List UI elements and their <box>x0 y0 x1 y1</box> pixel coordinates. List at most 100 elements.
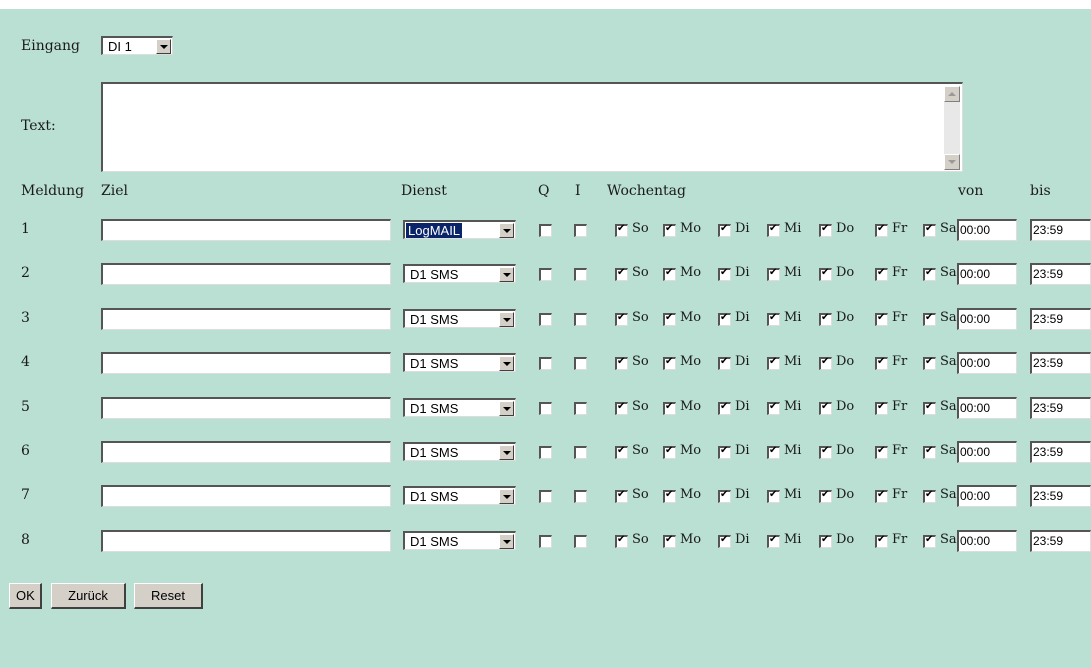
q-checkbox[interactable] <box>539 224 552 237</box>
day-checkbox-di[interactable] <box>718 312 731 326</box>
dienst-select[interactable]: D1 SMS <box>403 442 516 461</box>
day-checkbox-so[interactable] <box>615 267 628 281</box>
i-checkbox[interactable] <box>574 402 587 415</box>
day-checkbox-di[interactable] <box>718 445 731 459</box>
von-time-input[interactable]: 00:00 <box>957 308 1017 330</box>
day-checkbox-di[interactable] <box>718 267 731 281</box>
von-time-input[interactable]: 00:00 <box>957 397 1017 419</box>
chevron-down-icon[interactable] <box>499 534 514 549</box>
day-checkbox-sa[interactable] <box>923 401 936 415</box>
bis-time-input[interactable]: 23:59 <box>1030 263 1091 285</box>
day-checkbox-mi[interactable] <box>767 312 780 326</box>
day-checkbox-sa[interactable] <box>923 223 936 237</box>
q-checkbox[interactable] <box>539 535 552 548</box>
day-checkbox-fr[interactable] <box>875 356 888 370</box>
chevron-down-icon[interactable] <box>499 445 514 460</box>
day-checkbox-do[interactable] <box>819 356 832 370</box>
day-checkbox-mo[interactable] <box>663 445 676 459</box>
dienst-select[interactable]: D1 SMS <box>403 486 516 505</box>
day-checkbox-mi[interactable] <box>767 445 780 459</box>
day-checkbox-mo[interactable] <box>663 534 676 548</box>
day-checkbox-sa[interactable] <box>923 489 936 503</box>
scroll-down-arrow-icon[interactable] <box>944 154 960 170</box>
von-time-input[interactable]: 00:00 <box>957 485 1017 507</box>
q-checkbox[interactable] <box>539 490 552 503</box>
day-checkbox-fr[interactable] <box>875 489 888 503</box>
ziel-input[interactable] <box>101 397 391 419</box>
day-checkbox-mo[interactable] <box>663 401 676 415</box>
bis-time-input[interactable]: 23:59 <box>1030 352 1091 374</box>
day-checkbox-fr[interactable] <box>875 445 888 459</box>
q-checkbox[interactable] <box>539 357 552 370</box>
day-checkbox-mi[interactable] <box>767 534 780 548</box>
day-checkbox-di[interactable] <box>718 356 731 370</box>
day-checkbox-do[interactable] <box>819 489 832 503</box>
day-checkbox-mo[interactable] <box>663 267 676 281</box>
day-checkbox-do[interactable] <box>819 223 832 237</box>
von-time-input[interactable]: 00:00 <box>957 530 1017 552</box>
bis-time-input[interactable]: 23:59 <box>1030 397 1091 419</box>
reset-button[interactable]: Reset <box>134 583 203 609</box>
day-checkbox-sa[interactable] <box>923 534 936 548</box>
chevron-down-icon[interactable] <box>499 356 514 371</box>
q-checkbox[interactable] <box>539 446 552 459</box>
q-checkbox[interactable] <box>539 402 552 415</box>
day-checkbox-do[interactable] <box>819 267 832 281</box>
bis-time-input[interactable]: 23:59 <box>1030 441 1091 463</box>
day-checkbox-so[interactable] <box>615 489 628 503</box>
q-checkbox[interactable] <box>539 268 552 281</box>
ziel-input[interactable] <box>101 263 391 285</box>
chevron-down-icon[interactable] <box>499 223 514 238</box>
day-checkbox-so[interactable] <box>615 312 628 326</box>
dienst-select[interactable]: D1 SMS <box>403 398 516 417</box>
day-checkbox-di[interactable] <box>718 534 731 548</box>
day-checkbox-mi[interactable] <box>767 356 780 370</box>
day-checkbox-mo[interactable] <box>663 356 676 370</box>
ziel-input[interactable] <box>101 219 391 241</box>
day-checkbox-sa[interactable] <box>923 445 936 459</box>
day-checkbox-so[interactable] <box>615 445 628 459</box>
von-time-input[interactable]: 00:00 <box>957 441 1017 463</box>
q-checkbox[interactable] <box>539 313 552 326</box>
dienst-select[interactable]: D1 SMS <box>403 353 516 372</box>
bis-time-input[interactable]: 23:59 <box>1030 219 1091 241</box>
day-checkbox-do[interactable] <box>819 445 832 459</box>
ziel-input[interactable] <box>101 308 391 330</box>
chevron-down-icon[interactable] <box>499 489 514 504</box>
day-checkbox-fr[interactable] <box>875 267 888 281</box>
day-checkbox-sa[interactable] <box>923 312 936 326</box>
day-checkbox-mo[interactable] <box>663 223 676 237</box>
eingang-select[interactable]: DI 1 <box>101 36 173 55</box>
dienst-select[interactable]: D1 SMS <box>403 309 516 328</box>
i-checkbox[interactable] <box>574 490 587 503</box>
i-checkbox[interactable] <box>574 313 587 326</box>
ziel-input[interactable] <box>101 352 391 374</box>
von-time-input[interactable]: 00:00 <box>957 219 1017 241</box>
von-time-input[interactable]: 00:00 <box>957 263 1017 285</box>
day-checkbox-fr[interactable] <box>875 534 888 548</box>
i-checkbox[interactable] <box>574 224 587 237</box>
zurueck-button[interactable]: Zurück <box>51 583 126 609</box>
i-checkbox[interactable] <box>574 357 587 370</box>
day-checkbox-do[interactable] <box>819 401 832 415</box>
day-checkbox-so[interactable] <box>615 356 628 370</box>
day-checkbox-mo[interactable] <box>663 489 676 503</box>
day-checkbox-do[interactable] <box>819 312 832 326</box>
day-checkbox-so[interactable] <box>615 401 628 415</box>
day-checkbox-mi[interactable] <box>767 401 780 415</box>
chevron-down-icon[interactable] <box>499 267 514 282</box>
chevron-down-icon[interactable] <box>156 39 171 54</box>
dienst-select[interactable]: D1 SMS <box>403 531 516 550</box>
ziel-input[interactable] <box>101 441 391 463</box>
dienst-select[interactable]: D1 SMS <box>403 264 516 283</box>
day-checkbox-fr[interactable] <box>875 401 888 415</box>
dienst-select[interactable]: LogMAIL <box>403 220 516 239</box>
text-area-scrollbar[interactable] <box>944 86 960 170</box>
day-checkbox-mo[interactable] <box>663 312 676 326</box>
ziel-input[interactable] <box>101 530 391 552</box>
day-checkbox-sa[interactable] <box>923 267 936 281</box>
chevron-down-icon[interactable] <box>499 401 514 416</box>
day-checkbox-so[interactable] <box>615 223 628 237</box>
day-checkbox-mi[interactable] <box>767 489 780 503</box>
day-checkbox-di[interactable] <box>718 489 731 503</box>
